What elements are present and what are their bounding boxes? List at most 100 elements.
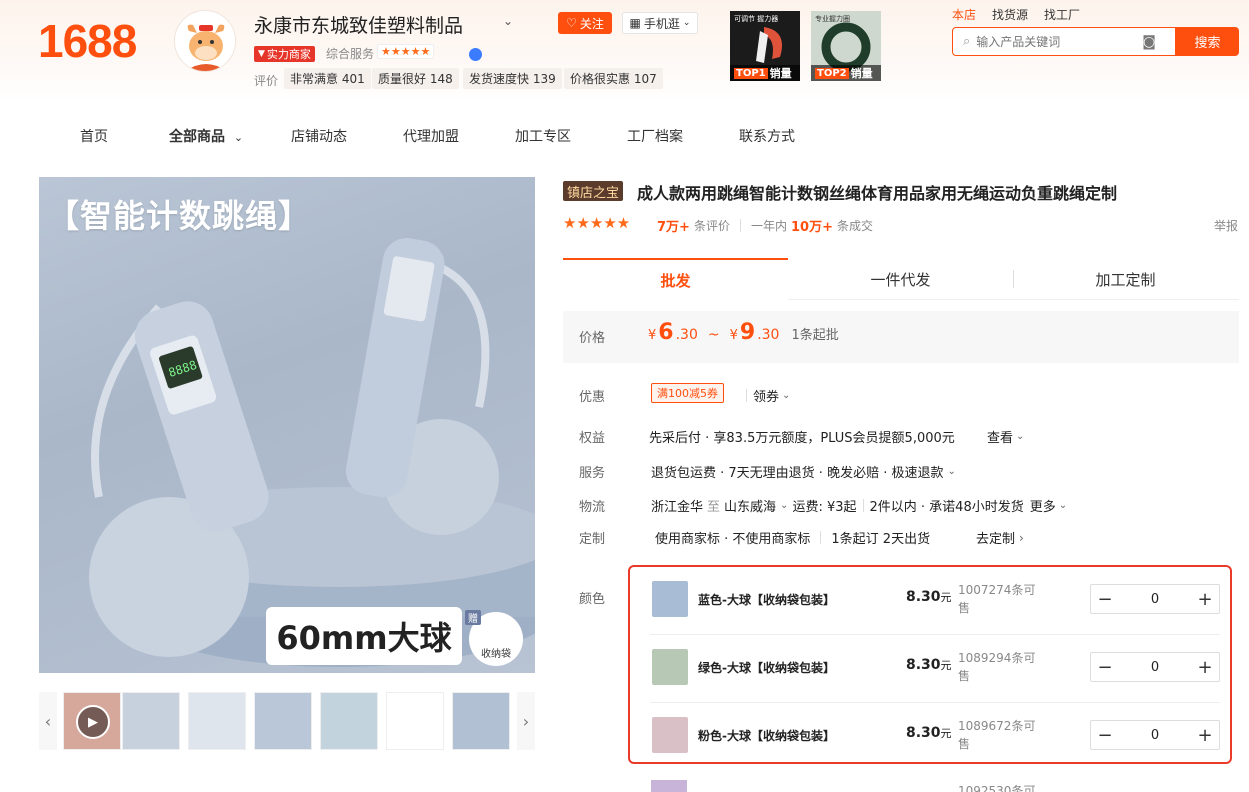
sku-thumbnail[interactable] (652, 581, 688, 617)
deal-suffix: 条成交 (836, 219, 873, 233)
logistics-more[interactable]: 更多 (1030, 496, 1056, 515)
thumbnail[interactable] (320, 692, 378, 750)
plus-icon[interactable]: + (1191, 653, 1219, 681)
service-text-label: 退货包运费 · 7天无理由退货 · 晚发必赔 · 极速退款 (651, 466, 944, 481)
minus-icon[interactable]: − (1091, 721, 1119, 749)
scope-find-goods[interactable]: 找货源 (992, 6, 1028, 23)
thumbnail[interactable] (122, 692, 180, 750)
eval-tag[interactable]: 非常满意 401 (284, 68, 371, 89)
minus-icon[interactable]: − (1091, 653, 1119, 681)
chevron-right-icon: › (522, 711, 530, 731)
minus-icon[interactable]: − (1091, 585, 1119, 613)
custom-time: 1条起订 2天出货 (831, 532, 931, 547)
sku-selection-box: 蓝色-大球【收纳袋包装】 8.30元 1007274条可售 − 0 + 绿色-大… (628, 565, 1232, 764)
follow-button[interactable]: ♡ 关注 (558, 12, 612, 34)
mobile-browse-button[interactable]: ▦ 手机逛 ⌄ (622, 12, 698, 34)
info-dot-icon[interactable] (469, 48, 482, 61)
top-product-2[interactable]: 专业握力圈 TOP2 销量 (811, 11, 881, 81)
sku-price-unit: 元 (940, 659, 952, 672)
nav-home[interactable]: 首页 (80, 126, 108, 146)
search-input[interactable] (976, 34, 1137, 49)
quantity-value[interactable]: 0 (1119, 592, 1191, 607)
search-button[interactable]: 搜索 (1176, 27, 1239, 56)
sku-row-green: 绿色-大球【收纳袋包装】 8.30元 1089294条可售 − 0 + (650, 635, 1220, 703)
logistics-info: 浙江金华 至 山东威海 ⌄ 运费: ¥3起 2件以内 · 承诺48小时发货 更多… (651, 496, 1067, 515)
chevron-down-icon[interactable]: ⌄ (503, 14, 513, 28)
divider (746, 389, 747, 402)
sku-stock: 1089672条可售 (958, 719, 1036, 751)
currency-symbol: ¥ (729, 328, 738, 343)
sku-price-value: 8.30 (906, 589, 941, 605)
star-icon: ★★★★★ (563, 214, 631, 232)
gift-tag: 赠 (465, 610, 481, 625)
nav-agent[interactable]: 代理加盟 (403, 126, 459, 146)
color-label: 颜色 (579, 592, 606, 607)
tab-custom[interactable]: 加工定制 (1013, 258, 1238, 300)
nav-shop-news[interactable]: 店铺动态 (291, 126, 347, 146)
nav-all-products[interactable]: 全部商品 ⌄ (169, 126, 243, 146)
shop-name[interactable]: 永康市东城致佳塑料制品 (254, 11, 463, 38)
logistics-promise: 2件以内 · 承诺48小时发货 (869, 500, 1024, 515)
sku-thumbnail[interactable] (652, 717, 688, 753)
sku-thumbnail[interactable] (651, 780, 687, 792)
chevron-right-icon: › (1019, 530, 1024, 545)
sku-price-unit: 元 (940, 591, 952, 604)
plus-icon[interactable]: + (1191, 721, 1219, 749)
quantity-value[interactable]: 0 (1119, 660, 1191, 675)
nav-factory-profile[interactable]: 工厂档案 (627, 126, 683, 146)
shop-avatar[interactable] (174, 10, 236, 72)
rank-badge: TOP1 (734, 67, 768, 79)
top-product-caption: 可调节 握力器 (734, 14, 778, 23)
go-customize-link[interactable]: 去定制 › (976, 528, 1024, 548)
eval-tag[interactable]: 发货速度快 139 (463, 68, 562, 89)
purchase-tabs: 批发 一件代发 加工定制 (563, 258, 1239, 300)
nav-contact[interactable]: 联系方式 (739, 126, 795, 146)
service-row-label: 服务 (579, 466, 606, 481)
service-text[interactable]: 退货包运费 · 7天无理由退货 · 晚发必赔 · 极速退款 ⌄ (651, 462, 956, 481)
service-label: 综合服务 (326, 47, 375, 61)
tab-wholesale[interactable]: 批发 (563, 258, 788, 300)
go-customize-label: 去定制 (976, 532, 1016, 547)
chevron-down-icon[interactable]: ⌄ (1059, 500, 1067, 511)
camera-icon[interactable]: ◙ (1142, 34, 1156, 50)
tab-dropship[interactable]: 一件代发 (788, 258, 1013, 300)
review-count[interactable]: 7万+ (657, 216, 690, 235)
thumbnail[interactable] (386, 692, 444, 750)
plus-icon[interactable]: + (1191, 585, 1219, 613)
evaluation-label: 评价 (254, 74, 279, 88)
get-coupon[interactable]: 领券 ⌄ (740, 386, 790, 405)
thumbnail[interactable] (452, 692, 510, 750)
thumbnail-video[interactable]: ▶ (63, 692, 121, 750)
logistics-to[interactable]: 山东威海 (724, 496, 776, 515)
follow-label: 关注 (579, 16, 604, 31)
product-rating: ★★★★★ (563, 214, 630, 232)
rights-more[interactable]: 查看 ⌄ (987, 427, 1024, 446)
sku-price: 8.30元 (906, 725, 952, 741)
thumbnail[interactable] (254, 692, 312, 750)
sku-price-value: 8.30 (906, 725, 941, 741)
custom-info: 使用商家标 · 不使用商家标 1条起订 2天出货 (655, 528, 930, 547)
eval-tag[interactable]: 质量很好 148 (372, 68, 459, 89)
scope-this-shop[interactable]: 本店 (952, 6, 976, 23)
review-suffix: 条评价 (693, 219, 730, 233)
page-header: 1688 永康市东城致佳塑料制品 ⌄ ♡ 关注 ▦ 手机逛 ⌄ ▼ 实力商家 综… (0, 0, 1249, 102)
thumbnail[interactable] (188, 692, 246, 750)
main-product-image[interactable]: 8888 【智能计数跳绳】 60mm大球 收纳袋 赠 (39, 177, 535, 673)
thumb-prev-button[interactable]: ‹ (39, 692, 57, 750)
site-logo[interactable]: 1688 (38, 14, 137, 68)
gift-text: 收纳袋 (481, 649, 511, 660)
quantity-value[interactable]: 0 (1119, 728, 1191, 743)
eval-tag[interactable]: 价格很实惠 107 (564, 68, 663, 89)
divider (820, 531, 822, 544)
coupon-tag[interactable]: 满100减5券 (651, 383, 724, 403)
top-product-label: TOP2 销量 (811, 65, 881, 81)
play-icon: ▶ (76, 705, 110, 739)
nav-processing[interactable]: 加工专区 (515, 126, 571, 146)
sku-thumbnail[interactable] (652, 649, 688, 685)
sku-row-blue: 蓝色-大球【收纳袋包装】 8.30元 1007274条可售 − 0 + (650, 567, 1220, 635)
top-product-1[interactable]: 可调节 握力器 TOP1 销量 (730, 11, 800, 81)
thumb-next-button[interactable]: › (517, 692, 535, 750)
report-link[interactable]: 举报 (1214, 217, 1238, 234)
scope-find-factory[interactable]: 找工厂 (1044, 6, 1080, 23)
chevron-down-icon[interactable]: ⌄ (780, 500, 788, 511)
